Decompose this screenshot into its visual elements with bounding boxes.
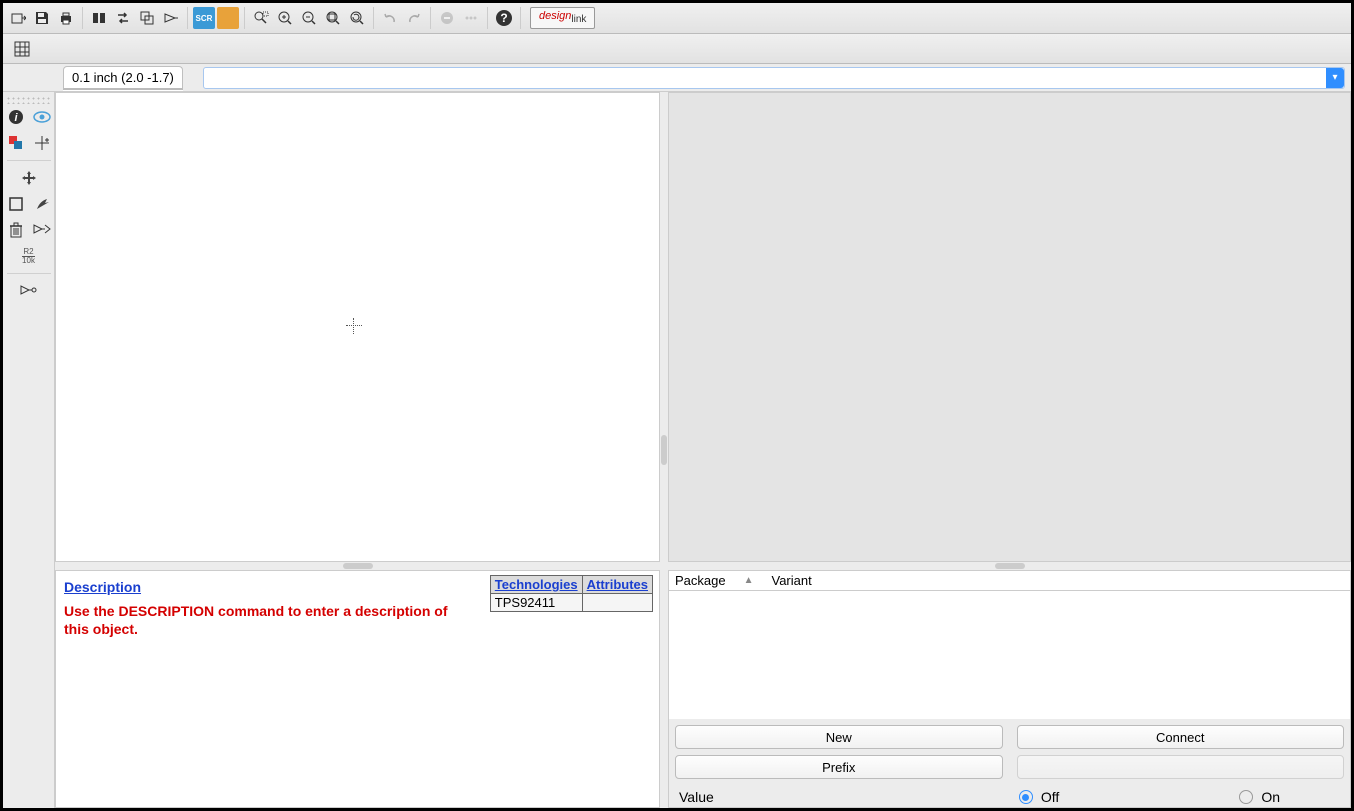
mark-tool-icon[interactable] [32, 133, 52, 153]
vertical-splitter[interactable] [660, 92, 668, 808]
zoom-select-icon[interactable] [250, 7, 272, 29]
copy-tool-icon[interactable] [6, 194, 26, 214]
value-label: Value [679, 789, 714, 805]
value-off-radio[interactable]: Off [1019, 789, 1059, 805]
name-tool-icon[interactable]: R210k [19, 246, 39, 266]
move-tool-icon[interactable] [19, 168, 39, 188]
open-icon[interactable] [7, 7, 29, 29]
command-input[interactable]: ▾ [203, 67, 1345, 89]
zoom-out-icon[interactable] [298, 7, 320, 29]
swap-icon[interactable] [112, 7, 134, 29]
package-pane: Package ▲ Variant New Connect Prefix Val… [668, 570, 1351, 808]
zoom-in-icon[interactable] [274, 7, 296, 29]
library-icon[interactable] [88, 7, 110, 29]
command-row: 0.1 inch (2.0 -1.7) ▾ [3, 64, 1351, 92]
change-tool-icon[interactable] [32, 194, 52, 214]
connect-button[interactable]: Connect [1017, 725, 1345, 749]
zoom-fit-icon[interactable] [322, 7, 344, 29]
technologies-column-header[interactable]: Technologies [490, 576, 582, 594]
delete-tool-icon[interactable] [6, 220, 26, 240]
tech-cell: TPS92411 [490, 594, 582, 612]
value-on-radio[interactable]: On [1239, 789, 1280, 805]
description-body: Use the DESCRIPTION command to enter a d… [64, 602, 464, 638]
ulp-icon[interactable] [217, 7, 239, 29]
redo-icon[interactable] [403, 7, 425, 29]
designlink-button[interactable]: designlink [530, 7, 595, 28]
canvas-area[interactable] [55, 92, 660, 562]
coordinates-display: 0.1 inch (2.0 -1.7) [63, 66, 183, 90]
print-icon[interactable] [55, 7, 77, 29]
horizontal-splitter-left[interactable] [55, 562, 660, 570]
package-list[interactable] [669, 591, 1350, 719]
sort-asc-icon[interactable]: ▲ [744, 575, 754, 586]
radio-checked-icon [1019, 790, 1033, 804]
stop-icon[interactable] [436, 7, 458, 29]
zoom-redraw-icon[interactable] [346, 7, 368, 29]
svg-text:?: ? [500, 11, 507, 25]
help-icon[interactable]: ? [493, 7, 515, 29]
new-button[interactable]: New [675, 725, 1003, 749]
package-list-header: Package ▲ Variant [669, 571, 1350, 591]
package-column-header[interactable]: Package [675, 573, 726, 588]
tool-palette: i R210k [3, 92, 55, 808]
technologies-table: Technologies Attributes TPS92411 [490, 575, 653, 612]
invoke-tool-icon[interactable] [19, 281, 39, 301]
group-icon[interactable] [136, 7, 158, 29]
undo-icon[interactable] [379, 7, 401, 29]
disabled-button [1017, 755, 1345, 779]
attr-cell [582, 594, 652, 612]
info-tool-icon[interactable]: i [6, 107, 26, 127]
horizontal-splitter-right[interactable] [668, 562, 1351, 570]
script-icon[interactable]: SCR [193, 7, 215, 29]
table-row[interactable]: TPS92411 [490, 594, 652, 612]
attributes-column-header[interactable]: Attributes [582, 576, 652, 594]
description-pane: Description Use the DESCRIPTION command … [55, 570, 660, 808]
main-toolbar: SCR ? designlink [3, 3, 1351, 34]
description-heading-link[interactable]: Description [64, 579, 141, 595]
go-icon[interactable] [460, 7, 482, 29]
secondary-toolbar [3, 34, 1351, 64]
add-tool-icon[interactable] [32, 220, 52, 240]
show-tool-icon[interactable] [32, 107, 52, 127]
radio-unchecked-icon [1239, 790, 1253, 804]
variant-column-header[interactable]: Variant [772, 573, 812, 588]
gate-icon[interactable] [160, 7, 182, 29]
preview-area[interactable] [668, 92, 1351, 562]
layer-tool-icon[interactable] [6, 133, 26, 153]
grid-icon[interactable] [11, 38, 33, 60]
save-icon[interactable] [31, 7, 53, 29]
cursor-crosshair-icon [346, 318, 362, 334]
command-dropdown-icon[interactable]: ▾ [1326, 68, 1344, 88]
prefix-button[interactable]: Prefix [675, 755, 1003, 779]
